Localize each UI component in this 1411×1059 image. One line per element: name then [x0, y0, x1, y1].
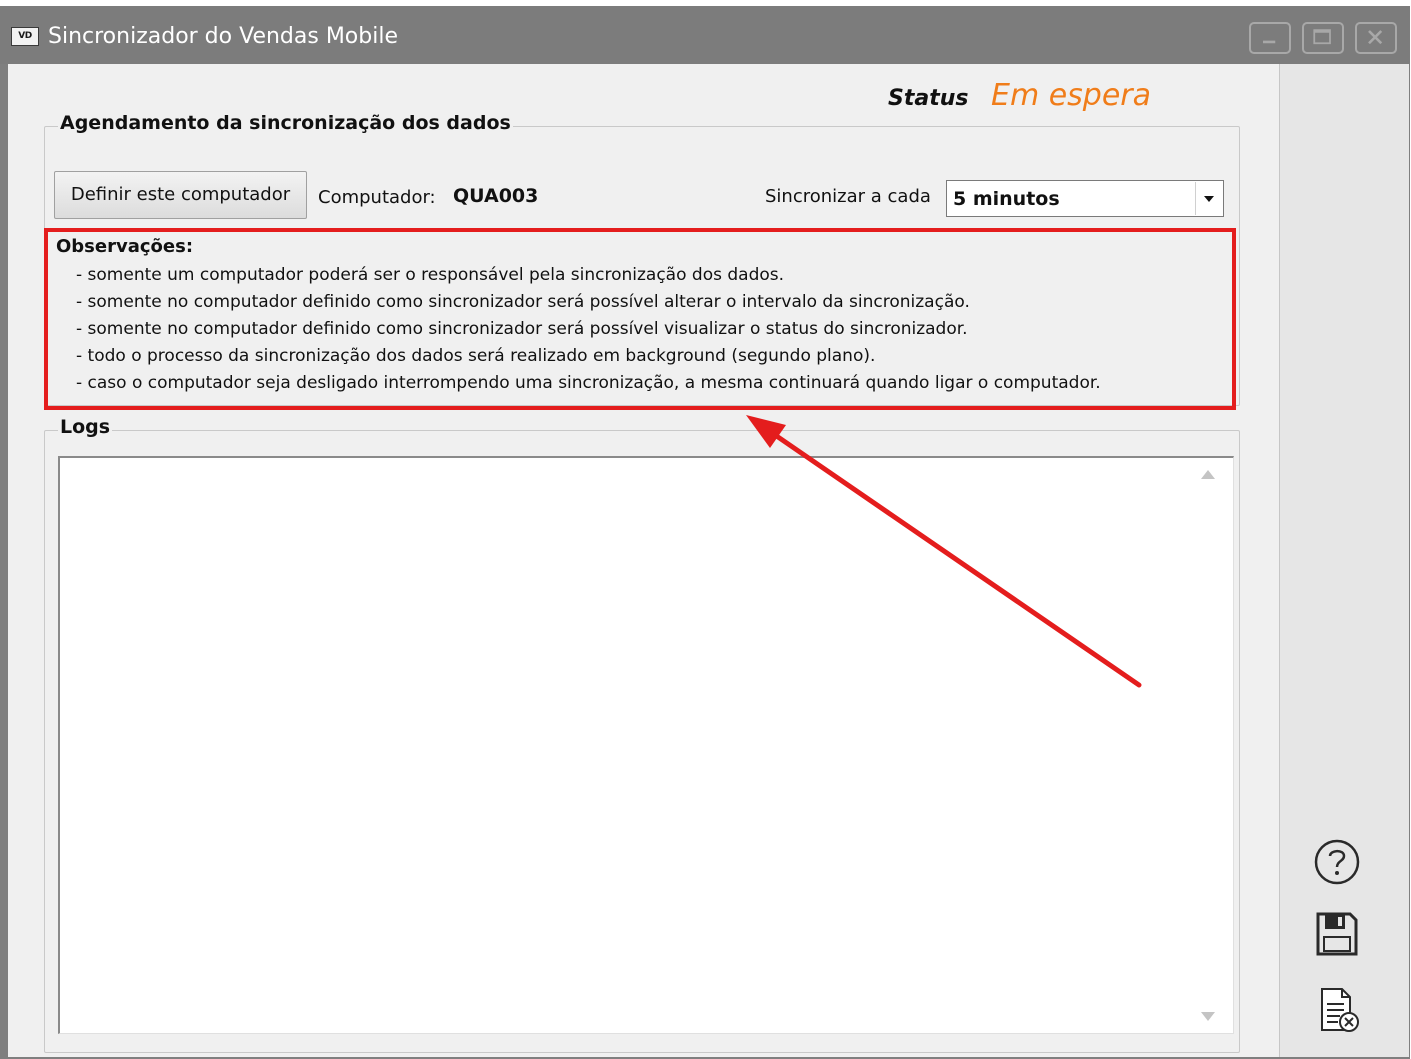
- observation-item: - todo o processo da sincronização dos d…: [76, 346, 876, 366]
- help-icon[interactable]: [1313, 838, 1361, 886]
- observation-item: - somente no computador definido como si…: [76, 292, 970, 312]
- computer-value: QUA003: [453, 185, 539, 207]
- title-bar[interactable]: VD Sincronizador do Vendas Mobile: [0, 6, 1410, 64]
- schedule-group-title: Agendamento da sincronização dos dados: [58, 112, 513, 134]
- maximize-button[interactable]: [1302, 22, 1344, 54]
- minimize-icon: [1263, 40, 1276, 44]
- computer-label: Computador:: [318, 187, 436, 208]
- observation-item: - somente no computador definido como si…: [76, 319, 968, 339]
- observations-title: Observações:: [56, 236, 194, 257]
- app-icon: VD: [11, 27, 39, 46]
- sync-interval-label: Sincronizar a cada: [765, 186, 931, 207]
- observations-list: - somente um computador poderá ser o res…: [76, 262, 1101, 397]
- clear-log-icon[interactable]: [1316, 986, 1362, 1034]
- maximize-icon: [1313, 29, 1331, 45]
- logs-textarea[interactable]: [58, 456, 1234, 1034]
- client-area: Status Em espera Agendamento da sincroni…: [8, 64, 1409, 1057]
- app-window: VD Sincronizador do Vendas Mobile Status…: [0, 6, 1410, 1059]
- sync-interval-value: 5 minutos: [953, 188, 1060, 210]
- scroll-down-arrow[interactable]: [1201, 1012, 1215, 1021]
- chevron-down-icon: [1204, 196, 1214, 202]
- close-icon: [1368, 30, 1383, 45]
- dropdown-button[interactable]: [1195, 182, 1222, 215]
- observation-item: - caso o computador seja desligado inter…: [76, 373, 1101, 393]
- save-icon[interactable]: [1314, 910, 1360, 958]
- window-title: Sincronizador do Vendas Mobile: [48, 24, 398, 49]
- logs-group-title: Logs: [58, 416, 113, 438]
- observation-item: - somente um computador poderá ser o res…: [76, 265, 785, 285]
- sync-interval-select[interactable]: 5 minutos: [946, 180, 1224, 217]
- minimize-button[interactable]: [1249, 22, 1291, 54]
- action-sidebar: [1279, 64, 1409, 1057]
- status-value: Em espera: [991, 78, 1152, 113]
- scroll-up-arrow[interactable]: [1201, 470, 1215, 479]
- define-computer-button[interactable]: Definir este computador: [54, 171, 307, 219]
- close-button[interactable]: [1355, 22, 1397, 54]
- status-label: Status: [888, 86, 969, 111]
